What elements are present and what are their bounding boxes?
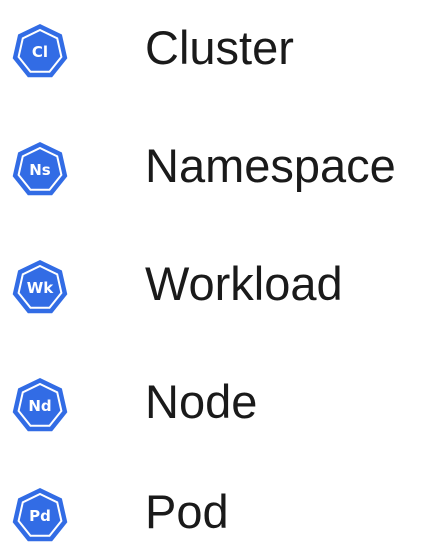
namespace-icon-abbr: Ns bbox=[29, 161, 51, 179]
legend-item-cluster: Cl Cluster bbox=[0, 0, 426, 90]
node-icon: Nd bbox=[10, 376, 70, 436]
legend-label-node: Node bbox=[145, 375, 258, 428]
cluster-icon-abbr: Cl bbox=[32, 43, 48, 61]
legend-label-workload: Workload bbox=[145, 257, 343, 310]
legend-label-cluster: Cluster bbox=[145, 21, 294, 74]
workload-icon: Wk bbox=[10, 258, 70, 318]
workload-icon-shape: Wk bbox=[12, 260, 68, 314]
legend-item-workload: Wk Workload bbox=[0, 236, 426, 326]
pod-icon: Pd bbox=[10, 486, 70, 546]
legend-item-namespace: Ns Namespace bbox=[0, 118, 426, 208]
legend-item-node: Nd Node bbox=[0, 354, 426, 444]
legend-item-pod: Pd Pod bbox=[0, 464, 426, 554]
legend-label-namespace: Namespace bbox=[145, 139, 396, 192]
namespace-icon-shape: Ns bbox=[12, 142, 68, 196]
cluster-icon-shape: Cl bbox=[12, 24, 68, 78]
cluster-icon: Cl bbox=[10, 22, 70, 82]
node-icon-shape: Nd bbox=[12, 378, 68, 432]
workload-icon-abbr: Wk bbox=[27, 279, 55, 297]
node-icon-abbr: Nd bbox=[28, 397, 51, 415]
namespace-icon: Ns bbox=[10, 140, 70, 200]
resource-type-legend: Cl Cluster Ns Namespace Wk Workload Nd N… bbox=[0, 0, 426, 552]
pod-icon-shape: Pd bbox=[12, 488, 68, 542]
legend-label-pod: Pod bbox=[145, 485, 229, 538]
pod-icon-abbr: Pd bbox=[29, 507, 51, 525]
